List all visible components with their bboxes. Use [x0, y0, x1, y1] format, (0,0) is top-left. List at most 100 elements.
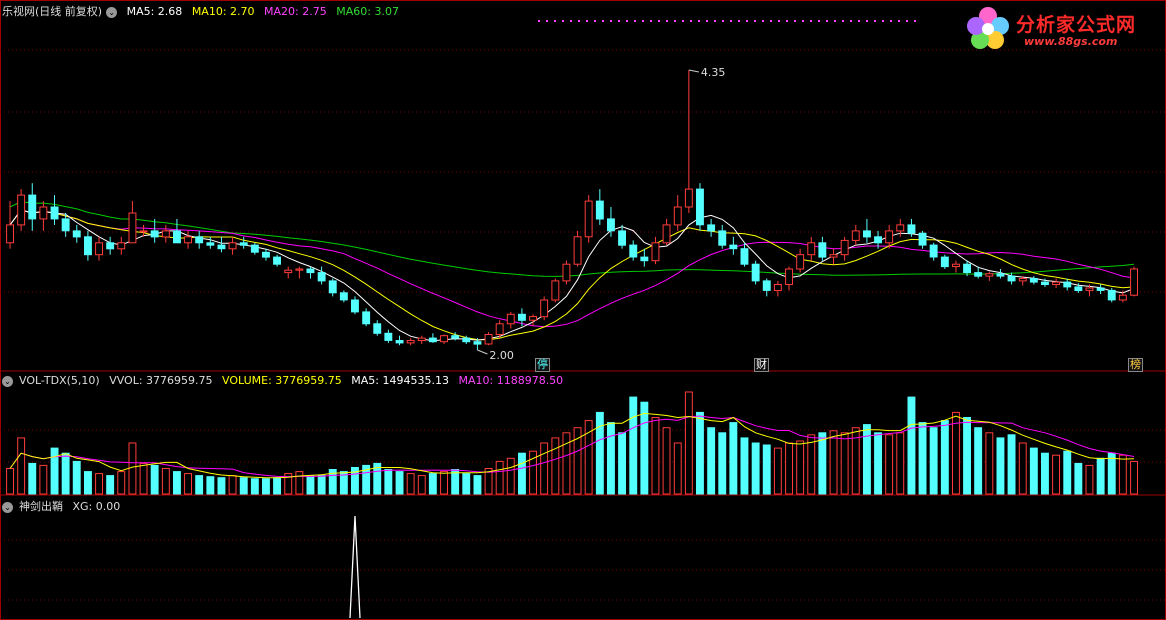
vvol-label: VVOL: 3776959.75 — [109, 374, 213, 387]
chevron-down-icon[interactable]: ⌄ — [2, 501, 13, 513]
candle-body — [239, 242, 248, 246]
volume-bar — [985, 432, 994, 495]
volume-bar — [1107, 452, 1116, 495]
volume-bar — [651, 417, 660, 495]
candle-body — [1118, 294, 1127, 301]
vol-ma5-label: MA5: 1494535.13 — [351, 374, 449, 387]
candle-body — [840, 239, 849, 256]
candle-body — [863, 230, 871, 238]
candle-body — [629, 244, 638, 258]
flower-logo-icon — [967, 7, 1009, 49]
candle-body — [1085, 287, 1094, 291]
volume-bar — [440, 471, 449, 495]
candle-body — [985, 273, 994, 277]
candle-body — [295, 268, 304, 271]
candle-body — [540, 299, 549, 318]
volume-bar — [662, 427, 671, 495]
candle-body — [562, 263, 571, 282]
candle-body — [395, 340, 404, 344]
candle-body — [796, 254, 805, 270]
ma20-label: MA20: 2.75 — [264, 5, 327, 18]
volume-bar — [1118, 454, 1127, 495]
candle-body — [762, 280, 771, 291]
candle-body — [918, 232, 927, 246]
candle-body — [451, 335, 460, 339]
volume-bar — [273, 477, 282, 495]
candle-body — [273, 256, 282, 265]
candle-body — [618, 230, 626, 246]
volume-bar — [306, 475, 315, 495]
candle-body — [640, 256, 649, 262]
volume-bar — [84, 471, 92, 495]
candle-body — [718, 230, 727, 246]
volume-bar — [818, 432, 827, 495]
candle-body — [206, 242, 215, 246]
chevron-down-icon[interactable]: ⌄ — [106, 6, 118, 18]
volume-bar — [1029, 447, 1038, 495]
candle-body — [95, 242, 103, 256]
candle-body — [250, 244, 259, 253]
volume-bar — [740, 437, 749, 495]
volume-bar — [228, 475, 237, 495]
candle-body — [50, 206, 59, 220]
volume-label: VOLUME: 3776959.75 — [222, 374, 342, 387]
volume-bar — [952, 411, 960, 495]
candle-body — [1130, 268, 1138, 296]
volume-bar — [773, 447, 782, 495]
candle-body — [428, 337, 437, 343]
volume-bar — [918, 422, 927, 495]
volume-bar — [1007, 434, 1016, 495]
candle-body — [506, 313, 515, 325]
candle-body — [106, 242, 115, 250]
candle-body — [940, 256, 949, 268]
volume-bar — [17, 437, 26, 495]
volume-bar — [50, 447, 59, 495]
main-panel-header: 乐视网(日线 前复权) ⌄ MA5: 2.68 MA10: 2.70 MA20: … — [2, 3, 405, 19]
candle-body — [473, 341, 482, 345]
candle-body — [907, 224, 916, 234]
logo-url: www.88gs.com — [1024, 35, 1118, 48]
volume-bar — [395, 471, 404, 495]
low-label: 2.00 — [489, 349, 514, 362]
suspension-tag[interactable]: 停 — [535, 358, 550, 372]
volume-bar — [184, 473, 193, 495]
volume-bar — [1041, 452, 1049, 495]
candle-body — [262, 251, 270, 258]
volume-bar — [1018, 442, 1027, 495]
volume-bar — [262, 478, 270, 495]
vol-ma10-label: MA10: 1188978.50 — [458, 374, 564, 387]
chart-frame — [0, 0, 1166, 620]
candle-body — [773, 284, 782, 291]
candle-body — [195, 236, 204, 244]
candle-body — [896, 224, 905, 232]
candle-body — [929, 244, 938, 258]
candle-body — [72, 230, 81, 238]
candle-body — [963, 263, 971, 274]
volume-bar — [106, 475, 115, 495]
volume-bar — [940, 420, 949, 495]
volume-bar — [618, 432, 626, 495]
candle-body — [28, 194, 37, 220]
volume-bar — [61, 452, 70, 495]
candle-body — [440, 335, 449, 343]
candle-body — [662, 224, 671, 244]
candle-body — [351, 299, 359, 313]
chevron-down-icon[interactable]: ⌄ — [2, 375, 13, 387]
ma60-label: MA60: 3.07 — [336, 5, 399, 18]
volume-bar — [907, 396, 916, 495]
volume-bar — [896, 432, 905, 495]
volume-bar — [428, 473, 437, 495]
volume-bar — [473, 475, 482, 495]
volume-bar — [95, 473, 103, 495]
low-pointer — [477, 349, 488, 355]
volume-bar — [139, 462, 148, 495]
candle-body — [818, 242, 827, 258]
candle-body — [1063, 281, 1072, 288]
ranking-tag[interactable]: 榜 — [1128, 358, 1143, 372]
volume-bar — [161, 468, 170, 495]
indicator-panel-header: ⌄ 神剑出鞘 XG: 0.00 — [2, 498, 126, 514]
candle-body — [1007, 275, 1016, 282]
finance-tag[interactable]: 财 — [754, 358, 769, 372]
candle-body — [518, 313, 526, 321]
volume-bar — [718, 432, 727, 495]
